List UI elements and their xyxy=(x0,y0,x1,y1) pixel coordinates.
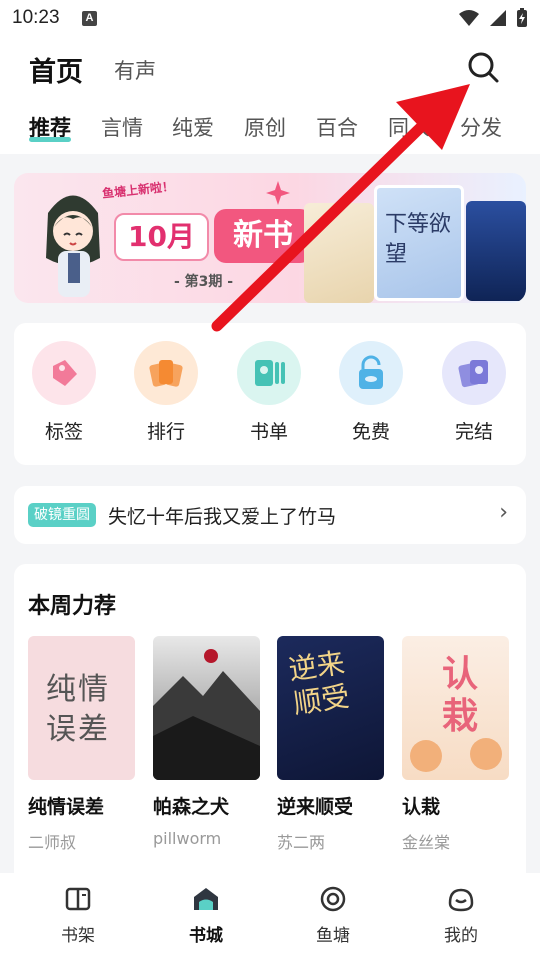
battery-icon xyxy=(517,8,527,27)
category-tabs: 推荐 言情 纯爱 原创 百合 同人 分发 xyxy=(0,112,540,152)
book-card[interactable]: 认栽 认栽 金丝棠 xyxy=(402,636,510,853)
book-author: pillworm xyxy=(153,829,222,848)
nav-bookstore[interactable]: 书城 xyxy=(166,885,246,946)
book-author: 二师叔 xyxy=(28,833,77,852)
page-title[interactable]: 首页 xyxy=(29,50,83,89)
book-cover xyxy=(153,636,260,780)
notification-icon: A xyxy=(82,11,97,26)
book-cover: 认栽 xyxy=(402,636,509,780)
quick-links-card: 标签 排行 书单 免费 完结 xyxy=(14,323,526,465)
section-title: 本周力荐 xyxy=(28,594,117,619)
quick-link-label: 排行 xyxy=(146,421,185,443)
book-title: 帕森之犬 xyxy=(153,796,230,818)
banner-book-cover-3 xyxy=(466,201,526,301)
promo-banner[interactable]: 鱼塘上新啦！ 10月 新书 - 第3期 - 下等欲望 xyxy=(14,173,526,303)
nav-profile[interactable]: 我的 xyxy=(421,885,501,946)
book-card[interactable]: 纯情误差 纯情误差 二师叔 xyxy=(28,636,136,853)
nav-label: 鱼塘 xyxy=(316,926,350,946)
profile-icon xyxy=(448,888,474,912)
book-title: 纯情误差 xyxy=(28,796,105,818)
notice-badge: 破镜重圆 xyxy=(28,503,96,527)
tab-romance[interactable]: 言情 xyxy=(101,112,143,142)
nav-bookshelf[interactable]: 书架 xyxy=(38,885,118,946)
quick-link-label: 免费 xyxy=(351,421,390,443)
wifi-icon xyxy=(459,10,479,26)
book-cover-text: 纯情误差 xyxy=(46,672,110,747)
ranking-icon xyxy=(134,341,198,405)
quick-link-label: 完结 xyxy=(454,421,493,443)
booklist-icon xyxy=(237,341,301,405)
book-cover-art xyxy=(153,649,260,780)
quick-link-ranking[interactable]: 排行 xyxy=(126,341,206,444)
tab-distribution[interactable]: 分发 xyxy=(460,112,502,142)
book-cover: 纯情误差 xyxy=(28,636,135,780)
status-icons xyxy=(458,8,528,28)
book-card[interactable]: 帕森之犬 pillworm xyxy=(153,636,261,848)
quick-link-tags[interactable]: 标签 xyxy=(24,341,104,444)
nav-fishpond[interactable]: 鱼塘 xyxy=(293,885,373,946)
banner-issue: - 第3期 - xyxy=(174,274,234,290)
quick-link-booklist[interactable]: 书单 xyxy=(229,341,309,444)
tag-icon xyxy=(32,341,96,405)
tab-active-indicator xyxy=(29,137,71,142)
nav-label: 书架 xyxy=(61,926,95,946)
tab-gl[interactable]: 百合 xyxy=(316,112,358,142)
chevron-right-icon: › xyxy=(499,500,508,525)
featured-notice[interactable]: 破镜重圆 失忆十年后我又爱上了竹马 › xyxy=(14,486,526,544)
banner-tagline: 鱼塘上新啦！ xyxy=(101,179,175,201)
audio-tab[interactable]: 有声 xyxy=(114,55,156,85)
book-title: 认栽 xyxy=(402,796,441,818)
book-cover: 逆来顺受 xyxy=(277,636,384,780)
book-cover-art xyxy=(410,738,502,772)
book-author: 苏二两 xyxy=(277,833,326,852)
banner-book-title: 下等欲望 xyxy=(385,212,452,267)
book-card[interactable]: 逆来顺受 逆来顺受 苏二两 xyxy=(277,636,385,853)
banner-book-cover-2: 下等欲望 xyxy=(374,185,464,301)
banner-month: 10月 xyxy=(114,213,209,261)
bookshelf-icon xyxy=(65,887,91,911)
tab-fanfic[interactable]: 同人 xyxy=(388,112,430,142)
finished-icon xyxy=(442,341,506,405)
signal-icon xyxy=(490,10,506,26)
book-title: 逆来顺受 xyxy=(277,796,354,818)
free-icon xyxy=(339,341,403,405)
page-header: 首页 有声 推荐 言情 纯爱 原创 百合 同人 分发 xyxy=(0,38,540,154)
nav-label: 我的 xyxy=(444,926,478,946)
tab-original[interactable]: 原创 xyxy=(244,112,286,142)
bookstore-icon xyxy=(194,888,218,910)
status-bar: 10:23 A xyxy=(0,0,540,38)
tab-bl[interactable]: 纯爱 xyxy=(172,112,214,142)
banner-headline: 新书 xyxy=(214,209,312,263)
quick-link-finished[interactable]: 完结 xyxy=(434,341,514,444)
bottom-navigation: 书架 书城 鱼塘 我的 xyxy=(0,873,540,960)
nav-label: 书城 xyxy=(189,926,223,946)
notice-text: 失忆十年后我又爱上了竹马 xyxy=(108,506,337,528)
quick-link-free[interactable]: 免费 xyxy=(331,341,411,444)
book-cover-text: 逆来顺受 xyxy=(286,646,352,721)
status-time: 10:23 xyxy=(12,7,60,28)
book-author: 金丝棠 xyxy=(402,833,451,852)
quick-link-label: 书单 xyxy=(249,421,288,443)
quick-link-label: 标签 xyxy=(44,421,83,443)
banner-book-cover-1 xyxy=(304,203,374,303)
fishpond-icon xyxy=(320,886,346,912)
search-icon[interactable] xyxy=(466,50,500,84)
weekly-picks-section: 本周力荐 纯情误差 纯情误差 二师叔 帕森之犬 pillworm 逆来顺受 逆来… xyxy=(14,564,526,884)
sparkle-icon xyxy=(266,181,290,205)
